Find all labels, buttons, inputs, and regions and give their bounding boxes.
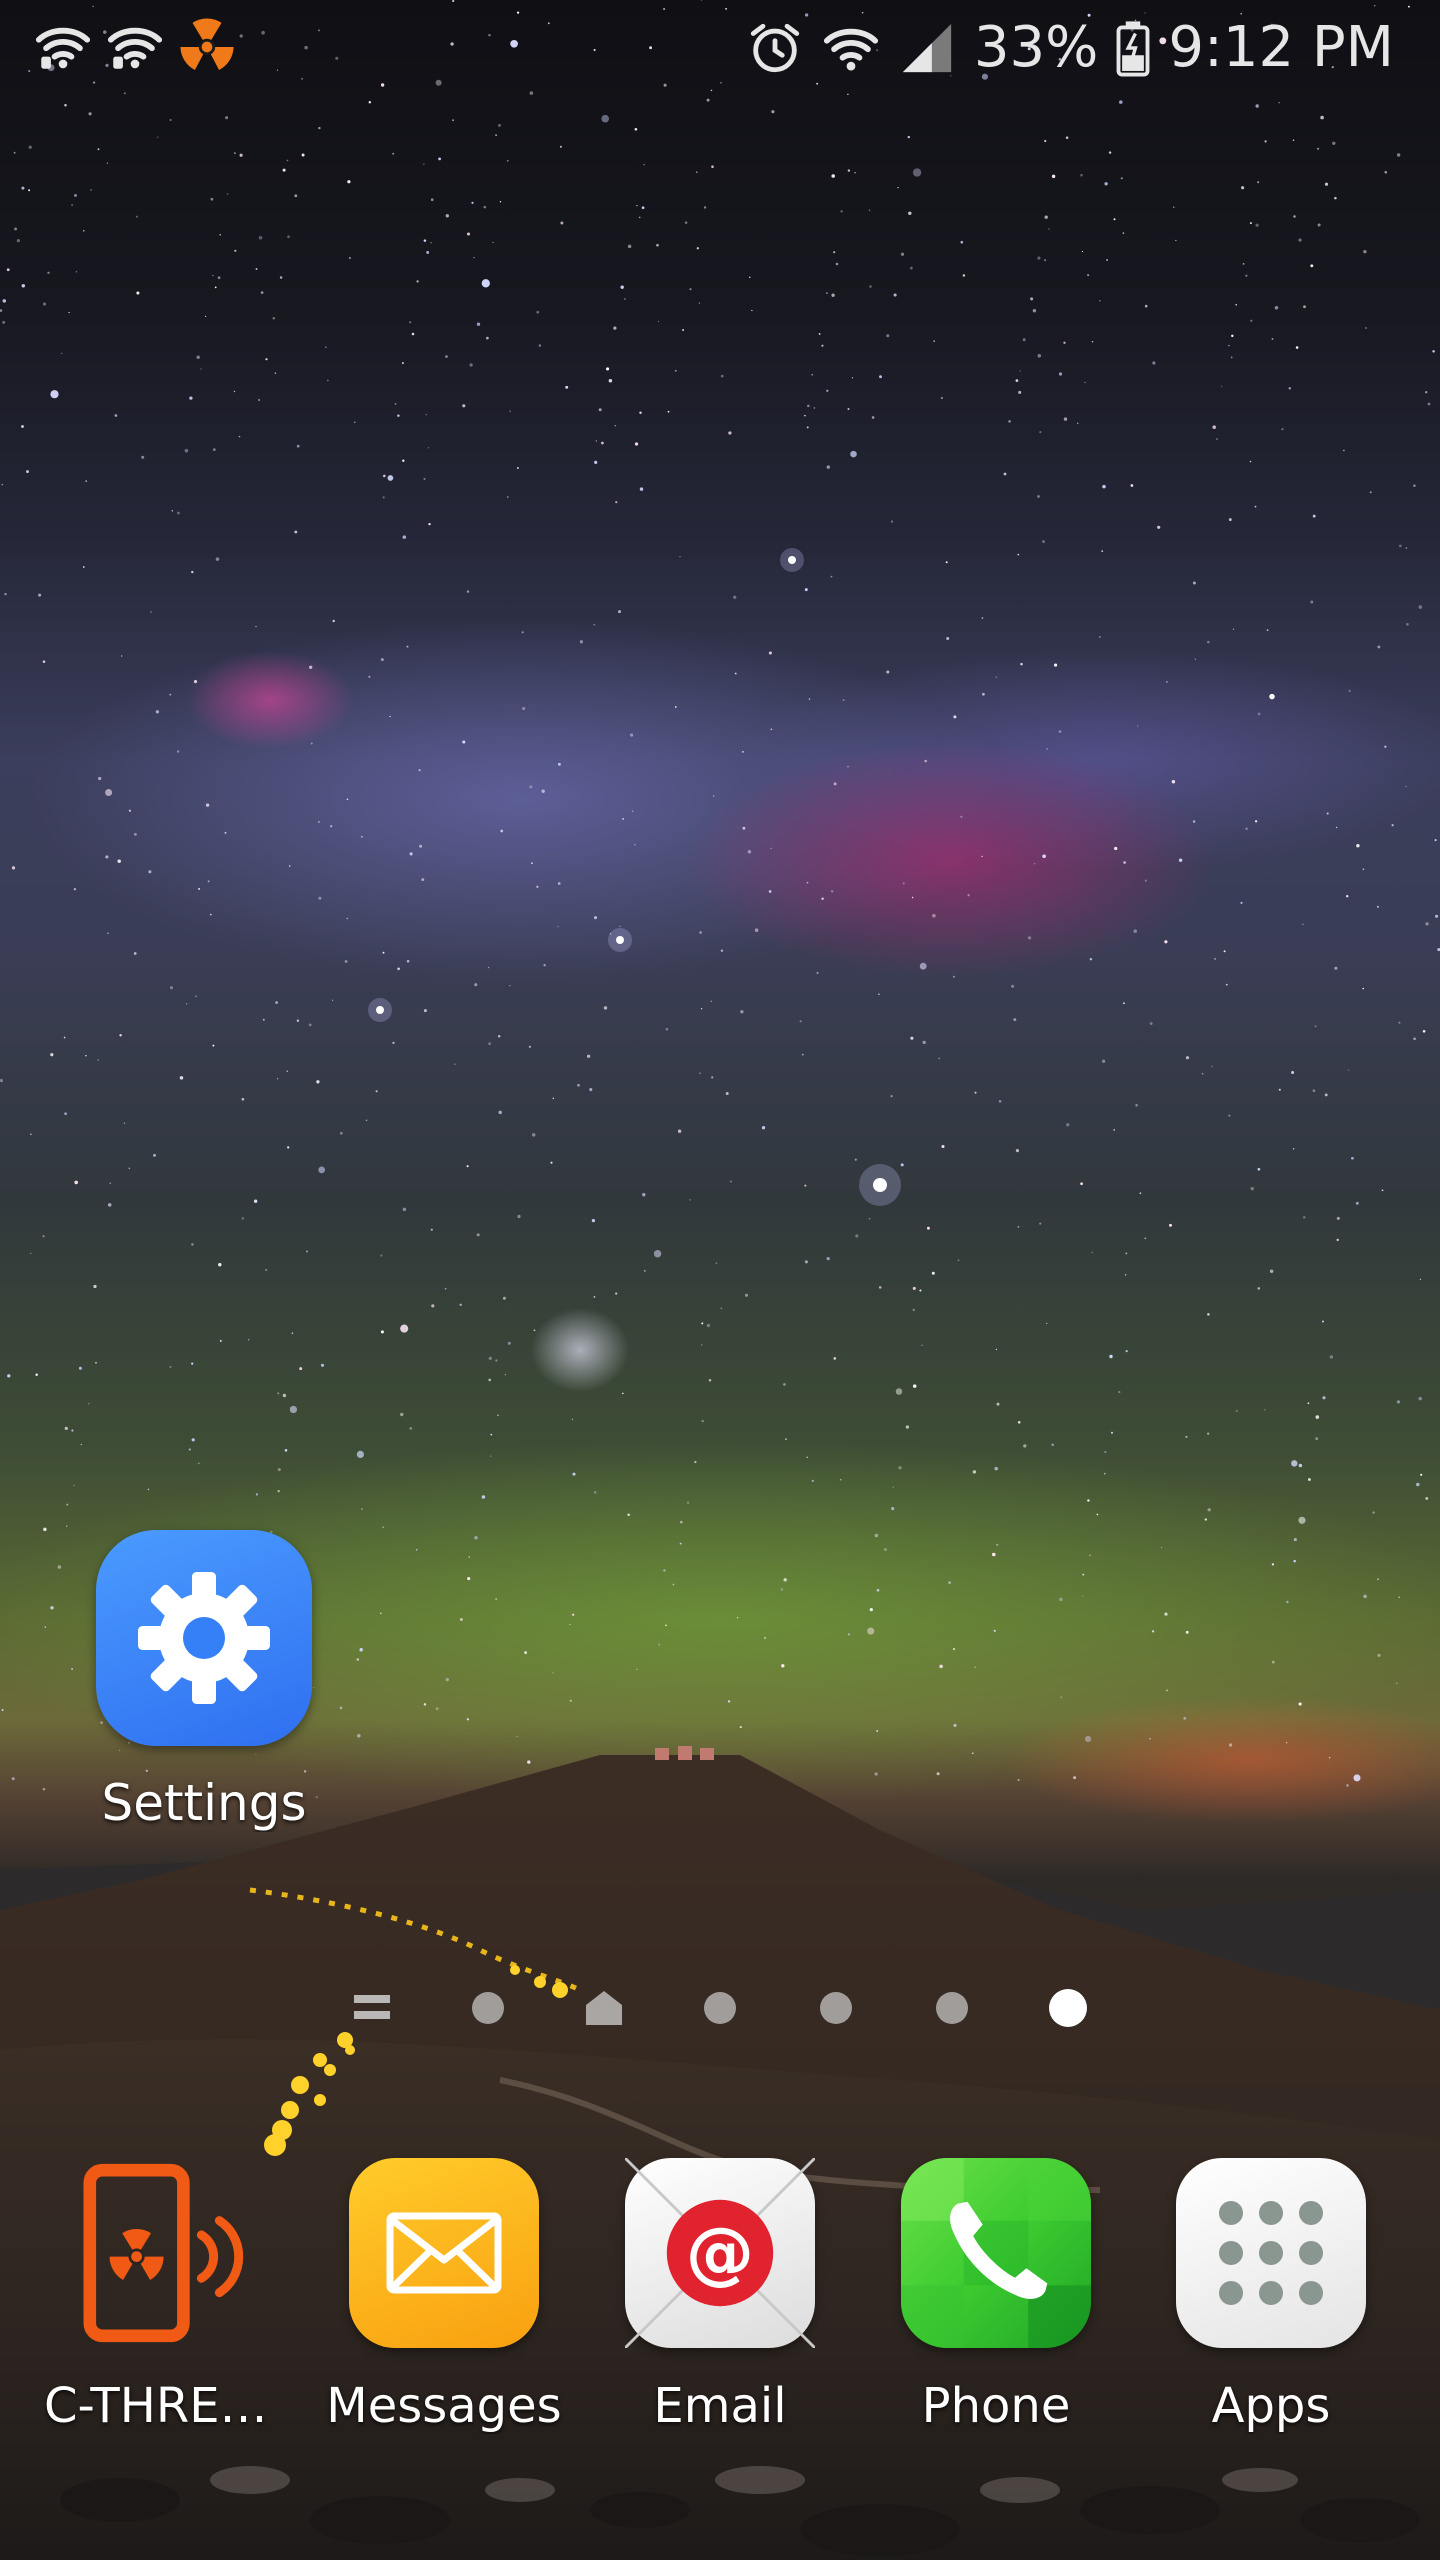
dock-app-messages[interactable]: Messages (319, 2158, 569, 2434)
status-bar: 33% 9:12 PM (0, 0, 1440, 96)
app-label: Email (653, 2378, 787, 2434)
dock-app-c-threat[interactable]: C-THREA... (44, 2158, 294, 2434)
radiation-phone-icon (83, 2163, 244, 2343)
page-dot[interactable] (698, 1986, 742, 2030)
phone-handset-icon (901, 2158, 1091, 2348)
c-threat-app-icon[interactable] (74, 2158, 264, 2348)
apps-list-icon (354, 1995, 390, 2019)
alarm-icon (750, 23, 800, 73)
messages-app-icon[interactable] (349, 2158, 539, 2348)
app-shortcut-settings[interactable]: Settings (79, 1530, 329, 1832)
app-label: Settings (101, 1774, 307, 1832)
system-status-icons: 33% 9:12 PM (746, 14, 1394, 82)
page-dot[interactable] (930, 1986, 974, 2030)
wifi-icon (823, 28, 878, 71)
home-screen: 33% 9:12 PM Settings C-THREA... Messages… (0, 0, 1440, 2560)
envelope-icon (386, 2212, 502, 2294)
home-icon (586, 1991, 622, 2025)
radiation-icon (180, 18, 234, 70)
notification-icons (34, 18, 236, 76)
phone-app-icon[interactable] (901, 2158, 1091, 2348)
dock-app-phone[interactable]: Phone (871, 2158, 1121, 2434)
page-indicator-apps-list[interactable] (350, 1986, 394, 2030)
page-dot[interactable] (814, 1986, 858, 2030)
page-indicator (350, 1986, 1090, 2030)
dock-app-apps[interactable]: Apps (1146, 2158, 1396, 2434)
battery-percent: 33% (973, 15, 1099, 80)
page-indicator-home[interactable] (582, 1986, 626, 2030)
page-dot-active[interactable] (1046, 1986, 1090, 2030)
svg-text:@: @ (686, 2214, 754, 2293)
app-grid-icon (1219, 2201, 1323, 2305)
dock-app-email[interactable]: @ Email (595, 2158, 845, 2434)
at-sign-icon: @ (625, 2158, 815, 2348)
app-label: Apps (1211, 2378, 1331, 2434)
mountain-landscape-wallpaper (0, 1746, 1440, 2560)
email-app-icon[interactable]: @ (625, 2158, 815, 2348)
app-label: Phone (921, 2378, 1071, 2434)
gear-icon (138, 1572, 270, 1704)
app-label: C-THREA... (44, 2378, 294, 2434)
battery-icon (1116, 21, 1150, 77)
wifi-alert-icon (107, 27, 163, 69)
page-dot[interactable] (466, 1986, 510, 2030)
cell-signal-icon (902, 23, 952, 73)
settings-app-icon[interactable] (96, 1530, 312, 1746)
apps-drawer-icon[interactable] (1176, 2158, 1366, 2348)
app-label: Messages (326, 2378, 562, 2434)
clock-time: 9:12 PM (1168, 15, 1394, 80)
wifi-alert-icon (35, 27, 91, 69)
